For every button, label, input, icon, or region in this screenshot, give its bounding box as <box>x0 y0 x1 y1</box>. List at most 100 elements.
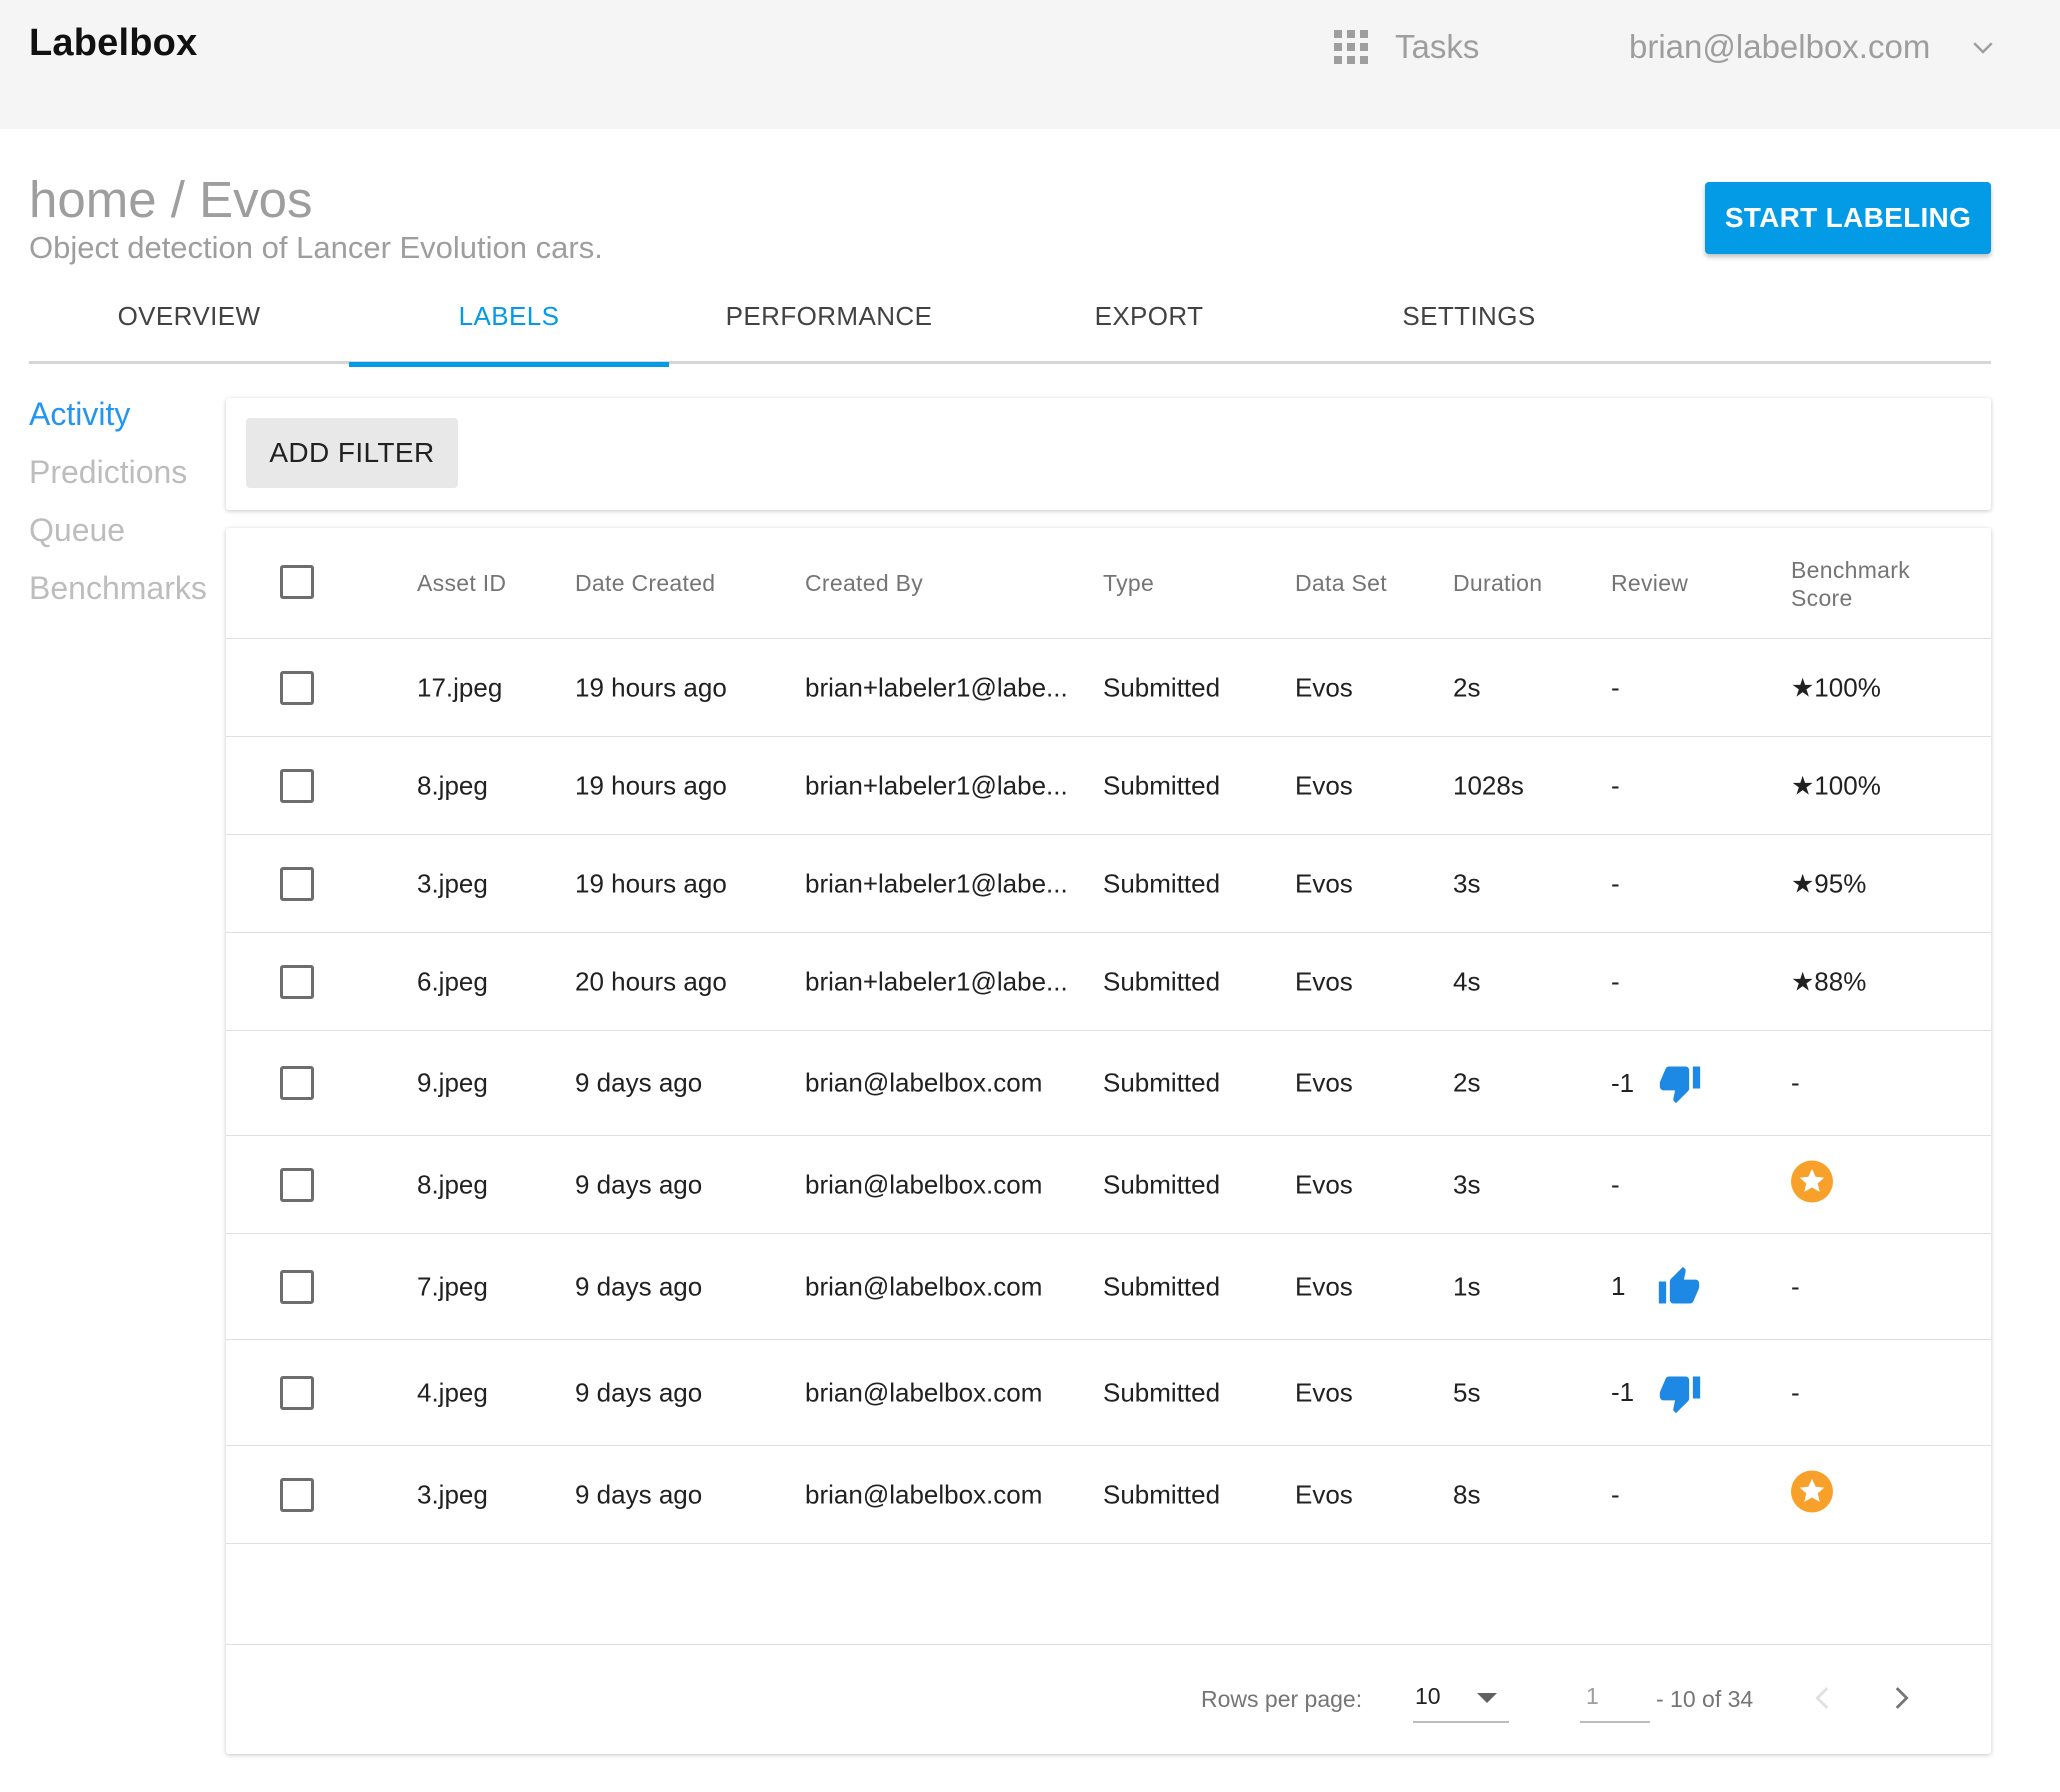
table-row[interactable]: 4.jpeg 9 days ago brian@labelbox.com Sub… <box>226 1340 1991 1446</box>
pagination-bar: Rows per page: 10 1 - 10 of 34 <box>226 1644 1991 1754</box>
row-checkbox[interactable] <box>280 1167 314 1202</box>
column-date-created[interactable]: Date Created <box>575 570 715 597</box>
data-set: Evos <box>1295 770 1353 800</box>
side-item-benchmarks[interactable]: Benchmarks <box>29 570 207 628</box>
column-review[interactable]: Review <box>1611 570 1688 597</box>
table-row[interactable]: 9.jpeg 9 days ago brian@labelbox.com Sub… <box>226 1031 1991 1136</box>
column-duration[interactable]: Duration <box>1453 570 1542 597</box>
duration: 8s <box>1453 1479 1481 1509</box>
thumb-down-icon[interactable] <box>1658 1371 1702 1415</box>
filter-bar: ADD FILTER <box>226 398 1991 510</box>
data-set: Evos <box>1295 1377 1353 1407</box>
select-all-checkbox[interactable] <box>280 565 314 599</box>
table-row[interactable]: 8.jpeg 9 days ago brian@labelbox.com Sub… <box>226 1136 1991 1234</box>
tab-performance[interactable]: PERFORMANCE <box>669 286 989 364</box>
created-by: brian@labelbox.com <box>805 1067 1043 1098</box>
column-created-by[interactable]: Created By <box>805 570 923 597</box>
thumb-up-icon[interactable] <box>1657 1265 1701 1309</box>
rows-per-page-value: 10 <box>1415 1683 1441 1709</box>
add-filter-button[interactable]: ADD FILTER <box>246 418 458 488</box>
date-created: 19 hours ago <box>575 868 727 898</box>
side-item-predictions[interactable]: Predictions <box>29 454 207 512</box>
label-type: Submitted <box>1103 1271 1221 1301</box>
side-item-queue[interactable]: Queue <box>29 512 207 570</box>
row-checkbox[interactable] <box>280 768 314 803</box>
review: - <box>1611 672 1620 702</box>
row-checkbox[interactable] <box>280 866 314 901</box>
review: -1 <box>1611 1371 1702 1415</box>
column-asset-id[interactable]: Asset ID <box>417 570 506 597</box>
chevron-right-icon[interactable] <box>1884 1681 1918 1715</box>
tab-settings[interactable]: SETTINGS <box>1309 286 1629 364</box>
row-checkbox[interactable] <box>280 964 314 999</box>
benchmark-star-icon[interactable] <box>1791 1470 1833 1512</box>
user-email: brian@labelbox.com <box>1629 28 1931 65</box>
duration: 5s <box>1453 1377 1481 1407</box>
side-item-activity[interactable]: Activity <box>29 396 207 454</box>
duration: 1028s <box>1453 770 1524 800</box>
logo[interactable]: Labelbox <box>29 22 197 65</box>
row-checkbox[interactable] <box>280 670 314 705</box>
page-number-input[interactable]: 1 <box>1580 1675 1650 1723</box>
table-row[interactable]: 6.jpeg 20 hours ago brian+labeler1@labe.… <box>226 933 1991 1031</box>
table-row[interactable]: 3.jpeg 19 hours ago brian+labeler1@labe.… <box>226 835 1991 933</box>
label-type: Submitted <box>1103 770 1221 800</box>
data-set: Evos <box>1295 1169 1353 1199</box>
tab-overview[interactable]: OVERVIEW <box>29 286 349 364</box>
created-by: brian@labelbox.com <box>805 1377 1043 1407</box>
column-data-set[interactable]: Data Set <box>1295 570 1387 597</box>
chevron-down-icon <box>1973 42 1993 54</box>
asset-id: 17.jpeg <box>417 672 503 702</box>
table-header: Asset ID Date Created Created By Type Da… <box>226 528 1991 639</box>
start-labeling-button[interactable]: START LABELING <box>1705 182 1991 254</box>
data-set: Evos <box>1295 1271 1353 1301</box>
data-set: Evos <box>1295 868 1353 898</box>
tasks-link[interactable]: Tasks <box>1334 28 1479 66</box>
benchmark-cell <box>1791 1470 1833 1519</box>
created-by: brian+labeler1@labe... <box>805 770 1068 800</box>
benchmark-star-icon[interactable] <box>1791 1160 1833 1202</box>
chevron-left-icon[interactable] <box>1806 1681 1840 1715</box>
tab-labels[interactable]: LABELS <box>349 286 669 367</box>
row-checkbox[interactable] <box>280 1066 314 1100</box>
asset-id: 9.jpeg <box>417 1067 488 1098</box>
benchmark-score: ★88% <box>1791 966 1867 996</box>
created-by: brian@labelbox.com <box>805 1479 1043 1509</box>
row-checkbox[interactable] <box>280 1477 314 1512</box>
benchmark-score: - <box>1791 1067 1800 1098</box>
created-by: brian+labeler1@labe... <box>805 966 1068 996</box>
date-created: 9 days ago <box>575 1271 703 1301</box>
dropdown-arrow-icon <box>1477 1693 1497 1703</box>
labels-table: Asset ID Date Created Created By Type Da… <box>226 528 1991 1754</box>
table-row[interactable]: 8.jpeg 19 hours ago brian+labeler1@labe.… <box>226 737 1991 835</box>
created-by: brian+labeler1@labe... <box>805 868 1068 898</box>
benchmark-score: - <box>1791 1377 1800 1407</box>
asset-id: 3.jpeg <box>417 868 488 898</box>
row-checkbox[interactable] <box>280 1375 314 1410</box>
date-created: 9 days ago <box>575 1169 703 1199</box>
asset-id: 8.jpeg <box>417 1169 488 1199</box>
review: 1 <box>1611 1265 1701 1309</box>
thumb-down-icon[interactable] <box>1658 1061 1702 1105</box>
top-bar: Labelbox Tasks brian@labelbox.com <box>0 0 2060 129</box>
table-row[interactable]: 3.jpeg 9 days ago brian@labelbox.com Sub… <box>226 1446 1991 1544</box>
project-description: Object detection of Lancer Evolution car… <box>29 230 603 265</box>
label-type: Submitted <box>1103 1067 1221 1098</box>
label-type: Submitted <box>1103 1479 1221 1509</box>
created-by: brian+labeler1@labe... <box>805 672 1068 702</box>
tab-export[interactable]: EXPORT <box>989 286 1309 364</box>
review: - <box>1611 1479 1620 1509</box>
table-row[interactable]: 17.jpeg 19 hours ago brian+labeler1@labe… <box>226 639 1991 737</box>
rows-per-page-select[interactable]: 10 <box>1413 1675 1509 1723</box>
review-score: 1 <box>1611 1271 1626 1301</box>
column-benchmark-score[interactable]: Benchmark Score <box>1791 556 1910 612</box>
review: -1 <box>1611 1061 1702 1105</box>
column-benchmark-label: Benchmark <box>1791 557 1911 583</box>
benchmark-cell <box>1791 1160 1833 1209</box>
column-type[interactable]: Type <box>1103 570 1154 597</box>
created-by: brian@labelbox.com <box>805 1169 1043 1199</box>
row-checkbox[interactable] <box>280 1269 314 1304</box>
label-type: Submitted <box>1103 1377 1221 1407</box>
user-menu[interactable]: brian@labelbox.com <box>1629 28 1998 66</box>
table-row[interactable]: 7.jpeg 9 days ago brian@labelbox.com Sub… <box>226 1234 1991 1340</box>
